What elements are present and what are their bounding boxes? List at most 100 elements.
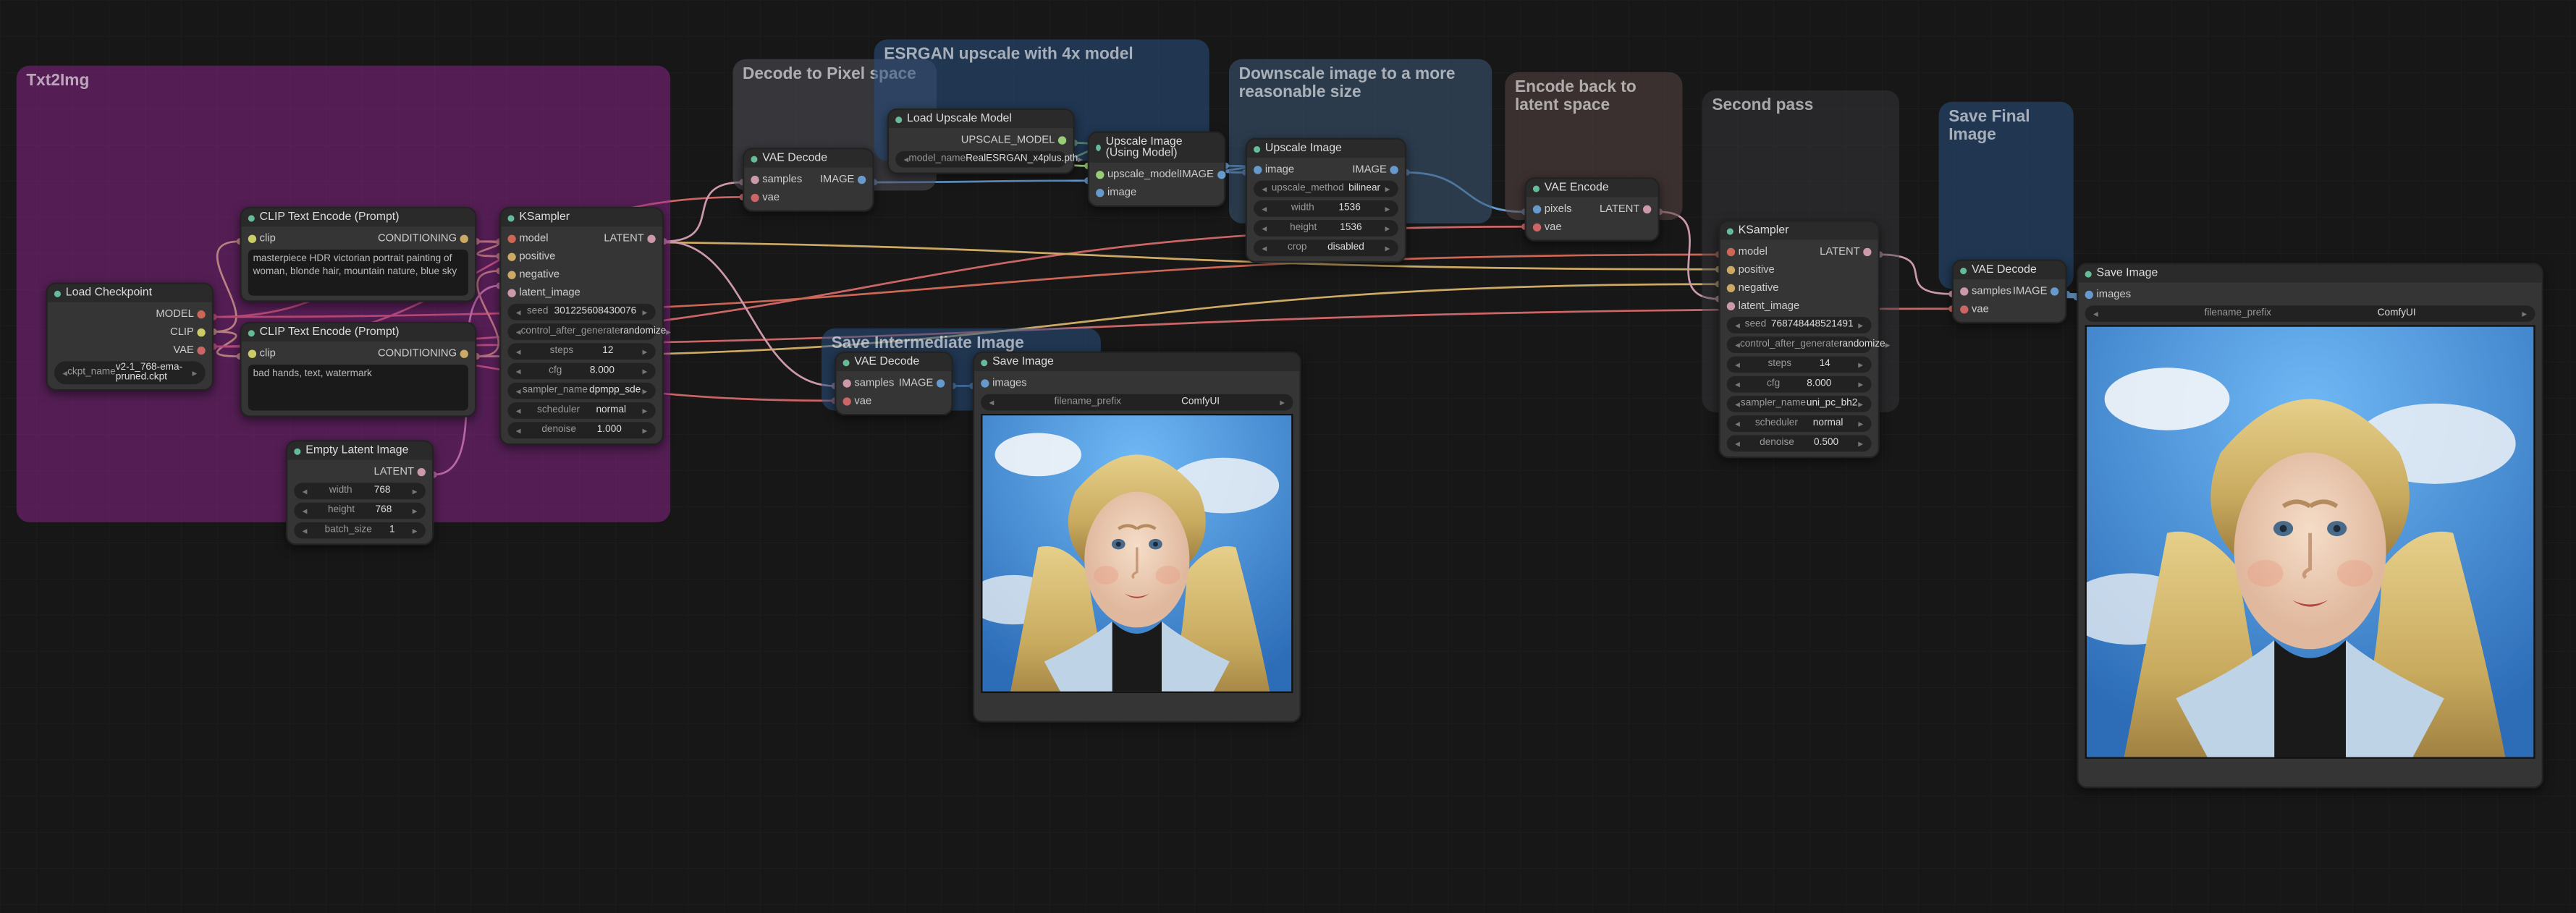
widget-ckpt_name[interactable]: ◂ckpt_namev2-1_768-ema-pruned.ckpt▸ (54, 361, 206, 384)
output-VAE[interactable]: VAE (173, 345, 205, 357)
chevron-left-icon[interactable]: ◂ (1735, 359, 1740, 370)
node-vae_encode[interactable]: VAE EncodepixelsLATENTvae (1525, 177, 1660, 242)
input-images[interactable]: images (2085, 289, 2131, 301)
port-icon[interactable] (981, 379, 989, 387)
chevron-right-icon[interactable]: ▸ (2522, 308, 2527, 320)
widget-sampler_name[interactable]: ◂sampler_namedpmpp_sde▸ (507, 383, 655, 399)
input-vae[interactable]: vae (1533, 221, 1562, 233)
port-icon[interactable] (1254, 166, 1262, 174)
widget-width[interactable]: ◂width1536▸ (1254, 200, 1398, 217)
input-clip[interactable]: clip (248, 348, 276, 360)
chevron-right-icon[interactable]: ▸ (1385, 223, 1390, 234)
collapse-icon[interactable] (2085, 270, 2092, 276)
node-header[interactable]: VAE Decode (744, 150, 872, 168)
output-IMAGE[interactable]: IMAGE (2013, 286, 2058, 297)
input-latent_image[interactable]: latent_image (1727, 300, 1799, 312)
chevron-left-icon[interactable]: ◂ (516, 365, 521, 377)
chevron-right-icon[interactable]: ▸ (642, 365, 647, 377)
collapse-icon[interactable] (1254, 145, 1260, 152)
chevron-right-icon[interactable]: ▸ (1280, 396, 1285, 408)
chevron-right-icon[interactable]: ▸ (642, 306, 647, 318)
port-icon[interactable] (647, 235, 655, 243)
port-icon[interactable] (418, 468, 426, 476)
prompt-textarea[interactable]: bad hands, text, watermark (248, 365, 468, 411)
port-icon[interactable] (1863, 248, 1871, 256)
output-IMAGE[interactable]: IMAGE (899, 378, 945, 389)
input-positive[interactable]: positive (507, 251, 555, 263)
node-clip_pos[interactable]: CLIP Text Encode (Prompt)clipCONDITIONIN… (240, 207, 476, 302)
collapse-icon[interactable] (981, 359, 987, 365)
widget-upscale_method[interactable]: ◂upscale_methodbilinear▸ (1254, 181, 1398, 198)
port-icon[interactable] (1390, 166, 1398, 174)
node-header[interactable]: Save Image (974, 353, 1299, 371)
input-image[interactable]: image (1254, 164, 1294, 176)
chevron-left-icon[interactable]: ◂ (1735, 339, 1740, 351)
input-negative[interactable]: negative (1727, 282, 1779, 294)
image-preview[interactable] (2085, 325, 2535, 758)
input-samples[interactable]: samples (1960, 286, 2011, 297)
widget-filename_prefix[interactable]: ◂filename_prefixComfyUI▸ (2085, 305, 2535, 322)
image-preview[interactable] (981, 414, 1293, 693)
collapse-icon[interactable] (248, 329, 255, 336)
output-LATENT[interactable]: LATENT (1600, 203, 1651, 215)
chevron-right-icon[interactable]: ▸ (666, 326, 671, 338)
chevron-left-icon[interactable]: ◂ (1735, 378, 1740, 390)
collapse-icon[interactable] (294, 448, 300, 454)
collapse-icon[interactable] (1096, 145, 1101, 151)
port-icon[interactable] (2085, 291, 2093, 299)
chevron-left-icon[interactable]: ◂ (62, 367, 67, 378)
chevron-left-icon[interactable]: ◂ (516, 326, 521, 338)
widget-scheduler[interactable]: ◂schedulernormal▸ (507, 402, 655, 419)
input-samples[interactable]: samples (843, 378, 895, 389)
chevron-left-icon[interactable]: ◂ (516, 346, 521, 357)
widget-height[interactable]: ◂height1536▸ (1254, 220, 1398, 237)
node-header[interactable]: CLIP Text Encode (Prompt) (242, 208, 475, 226)
input-negative[interactable]: negative (507, 269, 559, 281)
port-icon[interactable] (197, 347, 205, 354)
chevron-right-icon[interactable]: ▸ (1858, 438, 1863, 449)
port-icon[interactable] (751, 176, 759, 184)
port-icon[interactable] (197, 310, 205, 318)
node-save_fin[interactable]: Save Imageimages◂filename_prefixComfyUI▸ (2077, 263, 2543, 788)
chevron-left-icon[interactable]: ◂ (516, 306, 521, 318)
port-icon[interactable] (843, 397, 851, 405)
wire[interactable] (664, 242, 835, 386)
chevron-right-icon[interactable]: ▸ (642, 405, 647, 417)
node-header[interactable]: VAE Decode (836, 353, 951, 371)
chevron-right-icon[interactable]: ▸ (1858, 418, 1863, 430)
node-header[interactable]: KSampler (501, 208, 662, 226)
port-icon[interactable] (2051, 287, 2058, 295)
node-header[interactable]: VAE Decode (1954, 261, 2065, 279)
port-icon[interactable] (1533, 205, 1541, 213)
node-header[interactable]: CLIP Text Encode (Prompt) (242, 323, 475, 341)
input-samples[interactable]: samples (751, 174, 802, 186)
collapse-icon[interactable] (507, 214, 514, 221)
node-vae_decode_fin[interactable]: VAE DecodesamplesIMAGEvae (1952, 260, 2067, 324)
chevron-right-icon[interactable]: ▸ (1858, 359, 1863, 370)
chevron-left-icon[interactable]: ◂ (989, 396, 994, 408)
output-CONDITIONING[interactable]: CONDITIONING (378, 348, 468, 360)
output-UPSCALE_MODEL[interactable]: UPSCALE_MODEL (961, 135, 1066, 146)
port-icon[interactable] (248, 235, 256, 243)
chevron-left-icon[interactable]: ◂ (1735, 398, 1740, 409)
widget-batch_size[interactable]: ◂batch_size1▸ (294, 522, 426, 539)
input-clip[interactable]: clip (248, 233, 276, 245)
widget-denoise[interactable]: ◂denoise1.000▸ (507, 422, 655, 438)
widget-steps[interactable]: ◂steps14▸ (1727, 357, 1872, 373)
node-ksampler2[interactable]: KSamplermodelLATENTpositivenegativelaten… (1718, 220, 1879, 458)
port-icon[interactable] (1960, 287, 1968, 295)
chevron-right-icon[interactable]: ▸ (413, 485, 418, 497)
widget-filename_prefix[interactable]: ◂filename_prefixComfyUI▸ (981, 394, 1293, 411)
chevron-left-icon[interactable]: ◂ (1735, 320, 1740, 331)
input-vae[interactable]: vae (751, 192, 780, 204)
port-icon[interactable] (1058, 136, 1066, 144)
chevron-right-icon[interactable]: ▸ (642, 346, 647, 357)
node-vae_decode_int[interactable]: VAE DecodesamplesIMAGEvae (835, 352, 953, 416)
chevron-right-icon[interactable]: ▸ (1858, 398, 1863, 409)
output-IMAGE[interactable]: IMAGE (1352, 164, 1398, 176)
collapse-icon[interactable] (54, 290, 61, 297)
port-icon[interactable] (460, 350, 468, 358)
port-icon[interactable] (858, 176, 866, 184)
chevron-left-icon[interactable]: ◂ (1262, 242, 1267, 254)
port-icon[interactable] (507, 271, 515, 279)
